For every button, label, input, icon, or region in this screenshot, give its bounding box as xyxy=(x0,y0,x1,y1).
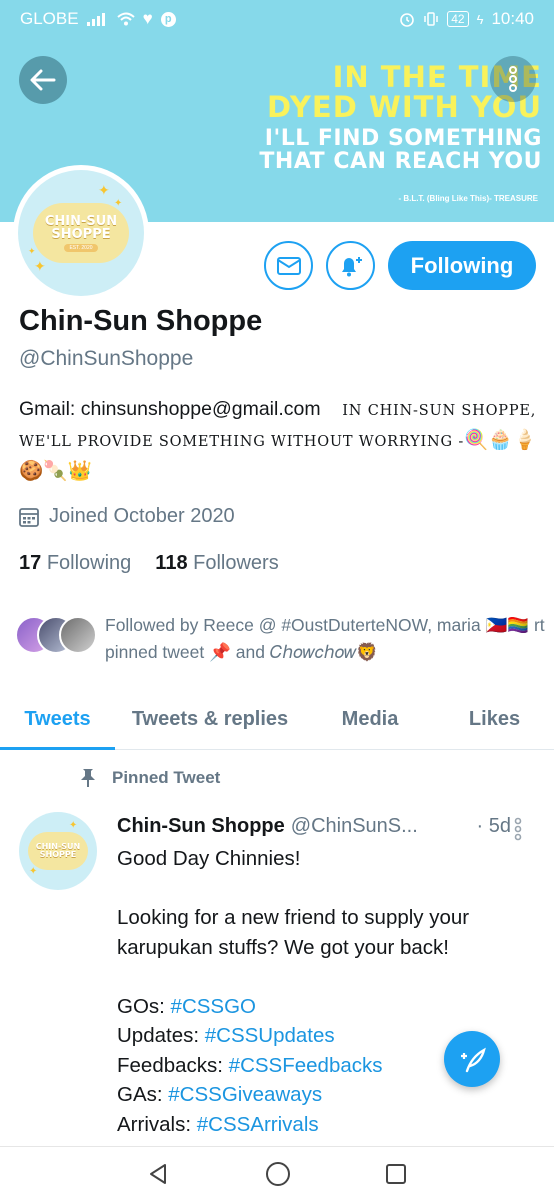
pin-icon xyxy=(81,769,95,787)
sparkle-icon: ✦ xyxy=(34,258,46,274)
carrier-label: GLOBE xyxy=(20,9,79,28)
tweet-text: Good Day Chinnies! Looking for a new fri… xyxy=(117,844,537,1139)
logo-est: EST. 2020 xyxy=(64,243,98,252)
sparkle-icon: ✦ xyxy=(69,820,78,831)
tweet-paragraph: Looking for a new friend to supply your … xyxy=(117,906,470,959)
shop-logo: CHIN-SUN SHOPPE xyxy=(28,832,88,870)
signal-icon xyxy=(86,13,105,26)
heart-icon: ♥ xyxy=(142,9,153,28)
shop-logo: CHIN-SUN SHOPPE EST. 2020 xyxy=(33,203,129,263)
tweet-author-name[interactable]: Chin-Sun Shoppe xyxy=(117,815,285,838)
nav-back-icon[interactable] xyxy=(147,1162,171,1186)
tweet-line-label: Arrivals: xyxy=(117,1112,197,1136)
followers-avatars xyxy=(15,616,103,656)
avatar xyxy=(59,616,97,654)
joined-date: Joined October 2020 xyxy=(19,505,235,528)
bell-plus-icon xyxy=(341,256,362,276)
profile-tabs: Tweets Tweets & replies Media Likes xyxy=(0,690,554,750)
calendar-icon xyxy=(19,507,39,527)
following-count-link[interactable]: 17 Following xyxy=(19,552,131,575)
pinned-indicator: Pinned Tweet xyxy=(80,768,220,788)
tab-tweets[interactable]: Tweets xyxy=(0,690,115,750)
compose-tweet-button[interactable] xyxy=(444,1031,500,1087)
hashtag-link[interactable]: #CSSFeedbacks xyxy=(229,1054,383,1077)
profile-handle: @ChinSunShoppe xyxy=(19,347,194,370)
logo-line: SHOPPE xyxy=(51,226,111,242)
banner-credit: - B.L.T. (Bling Like This)- TREASURE xyxy=(398,194,538,203)
message-button[interactable] xyxy=(264,241,313,290)
more-options-button[interactable] xyxy=(490,56,536,102)
pinterest-icon: p xyxy=(160,11,176,27)
charging-icon: ϟ xyxy=(476,11,484,27)
compose-feather-icon xyxy=(461,1047,486,1073)
tweet-greeting: Good Day Chinnies! xyxy=(117,847,301,870)
sparkle-icon: ✦ xyxy=(29,866,38,877)
sparkle-icon: ✦ xyxy=(114,198,123,209)
banner-line: THAT CAN REACH YOU xyxy=(259,148,542,174)
profile-name: Chin-Sun Shoppe xyxy=(19,305,263,337)
tweet-line-label: GOs: xyxy=(117,994,171,1018)
tweet-header: Chin-Sun Shoppe @ChinSunS... · 5d xyxy=(117,815,537,838)
followers-count-link[interactable]: 118 Followers xyxy=(155,552,278,575)
hashtag-link[interactable]: #CSSGO xyxy=(171,995,256,1018)
mail-icon xyxy=(276,256,301,275)
tweet-author-avatar[interactable]: ✦ ✦ CHIN-SUN SHOPPE xyxy=(19,812,97,890)
banner-line: I'LL FIND SOMETHING xyxy=(264,125,542,151)
following-label: Following xyxy=(46,552,132,574)
tweet-time: · 5d xyxy=(476,815,511,837)
profile-bio: Gmail: chinsunshoppe@gmail.com in chin-s… xyxy=(19,395,539,486)
followed-by[interactable]: Followed by Reece @ #OustDuterteNOW, mar… xyxy=(15,612,545,666)
tweet-line: Arrivals: #CSSArrivals xyxy=(117,1110,537,1140)
hashtag-link[interactable]: #CSSArrivals xyxy=(197,1113,319,1136)
tab-tweets-replies[interactable]: Tweets & replies xyxy=(115,690,305,749)
following-count: 17 xyxy=(19,552,42,574)
wifi-icon xyxy=(116,12,135,26)
vibrate-icon xyxy=(424,12,438,26)
follow-stats: 17 Following 118 Followers xyxy=(19,552,279,575)
nav-recents-icon[interactable] xyxy=(385,1163,407,1185)
hashtag-link[interactable]: #CSSUpdates xyxy=(205,1024,335,1047)
tweet-line: GOs: #CSSGO xyxy=(117,992,537,1022)
followers-label: Followers xyxy=(193,552,279,574)
tweet-author-handle[interactable]: @ChinSunS... xyxy=(291,815,418,838)
joined-label: Joined October 2020 xyxy=(49,505,235,527)
status-bar: GLOBE ♥ p 42 ϟ 10:40 xyxy=(0,0,554,38)
kebab-menu-icon xyxy=(509,66,517,92)
sparkle-icon: ✦ xyxy=(28,246,36,256)
sparkle-icon: ✦ xyxy=(98,182,110,198)
tweet-line-label: Feedbacks: xyxy=(117,1053,229,1077)
system-nav-bar xyxy=(0,1146,554,1200)
tweet-line-label: Updates: xyxy=(117,1024,205,1047)
nav-home-icon[interactable] xyxy=(265,1161,291,1187)
profile-avatar[interactable]: ✦ ✦ ✦ ✦ CHIN-SUN SHOPPE EST. 2020 xyxy=(13,165,149,301)
bio-email[interactable]: Gmail: chinsunshoppe@gmail.com xyxy=(19,398,321,420)
tab-likes[interactable]: Likes xyxy=(435,690,554,749)
tab-media[interactable]: Media xyxy=(305,690,435,749)
tweet-line-label: GAs: xyxy=(117,1083,169,1106)
clock: 10:40 xyxy=(491,9,534,28)
hashtag-link[interactable]: #CSSGiveaways xyxy=(168,1083,322,1106)
tweet-options-button[interactable] xyxy=(514,817,522,846)
logo-line: SHOPPE xyxy=(39,850,77,859)
back-button[interactable] xyxy=(19,56,67,104)
followed-by-text: Followed by Reece @ #OustDuterteNOW, mar… xyxy=(105,615,545,662)
kebab-menu-icon xyxy=(514,817,522,841)
notifications-button[interactable] xyxy=(326,241,375,290)
logo-line: CHIN-SUN xyxy=(44,213,118,229)
arrow-left-icon xyxy=(30,69,56,91)
battery-icon: 42 xyxy=(447,11,469,27)
followers-count: 118 xyxy=(155,552,188,574)
pinned-label: Pinned Tweet xyxy=(112,768,221,787)
following-button[interactable]: Following xyxy=(388,241,536,290)
alarm-icon xyxy=(400,13,415,27)
